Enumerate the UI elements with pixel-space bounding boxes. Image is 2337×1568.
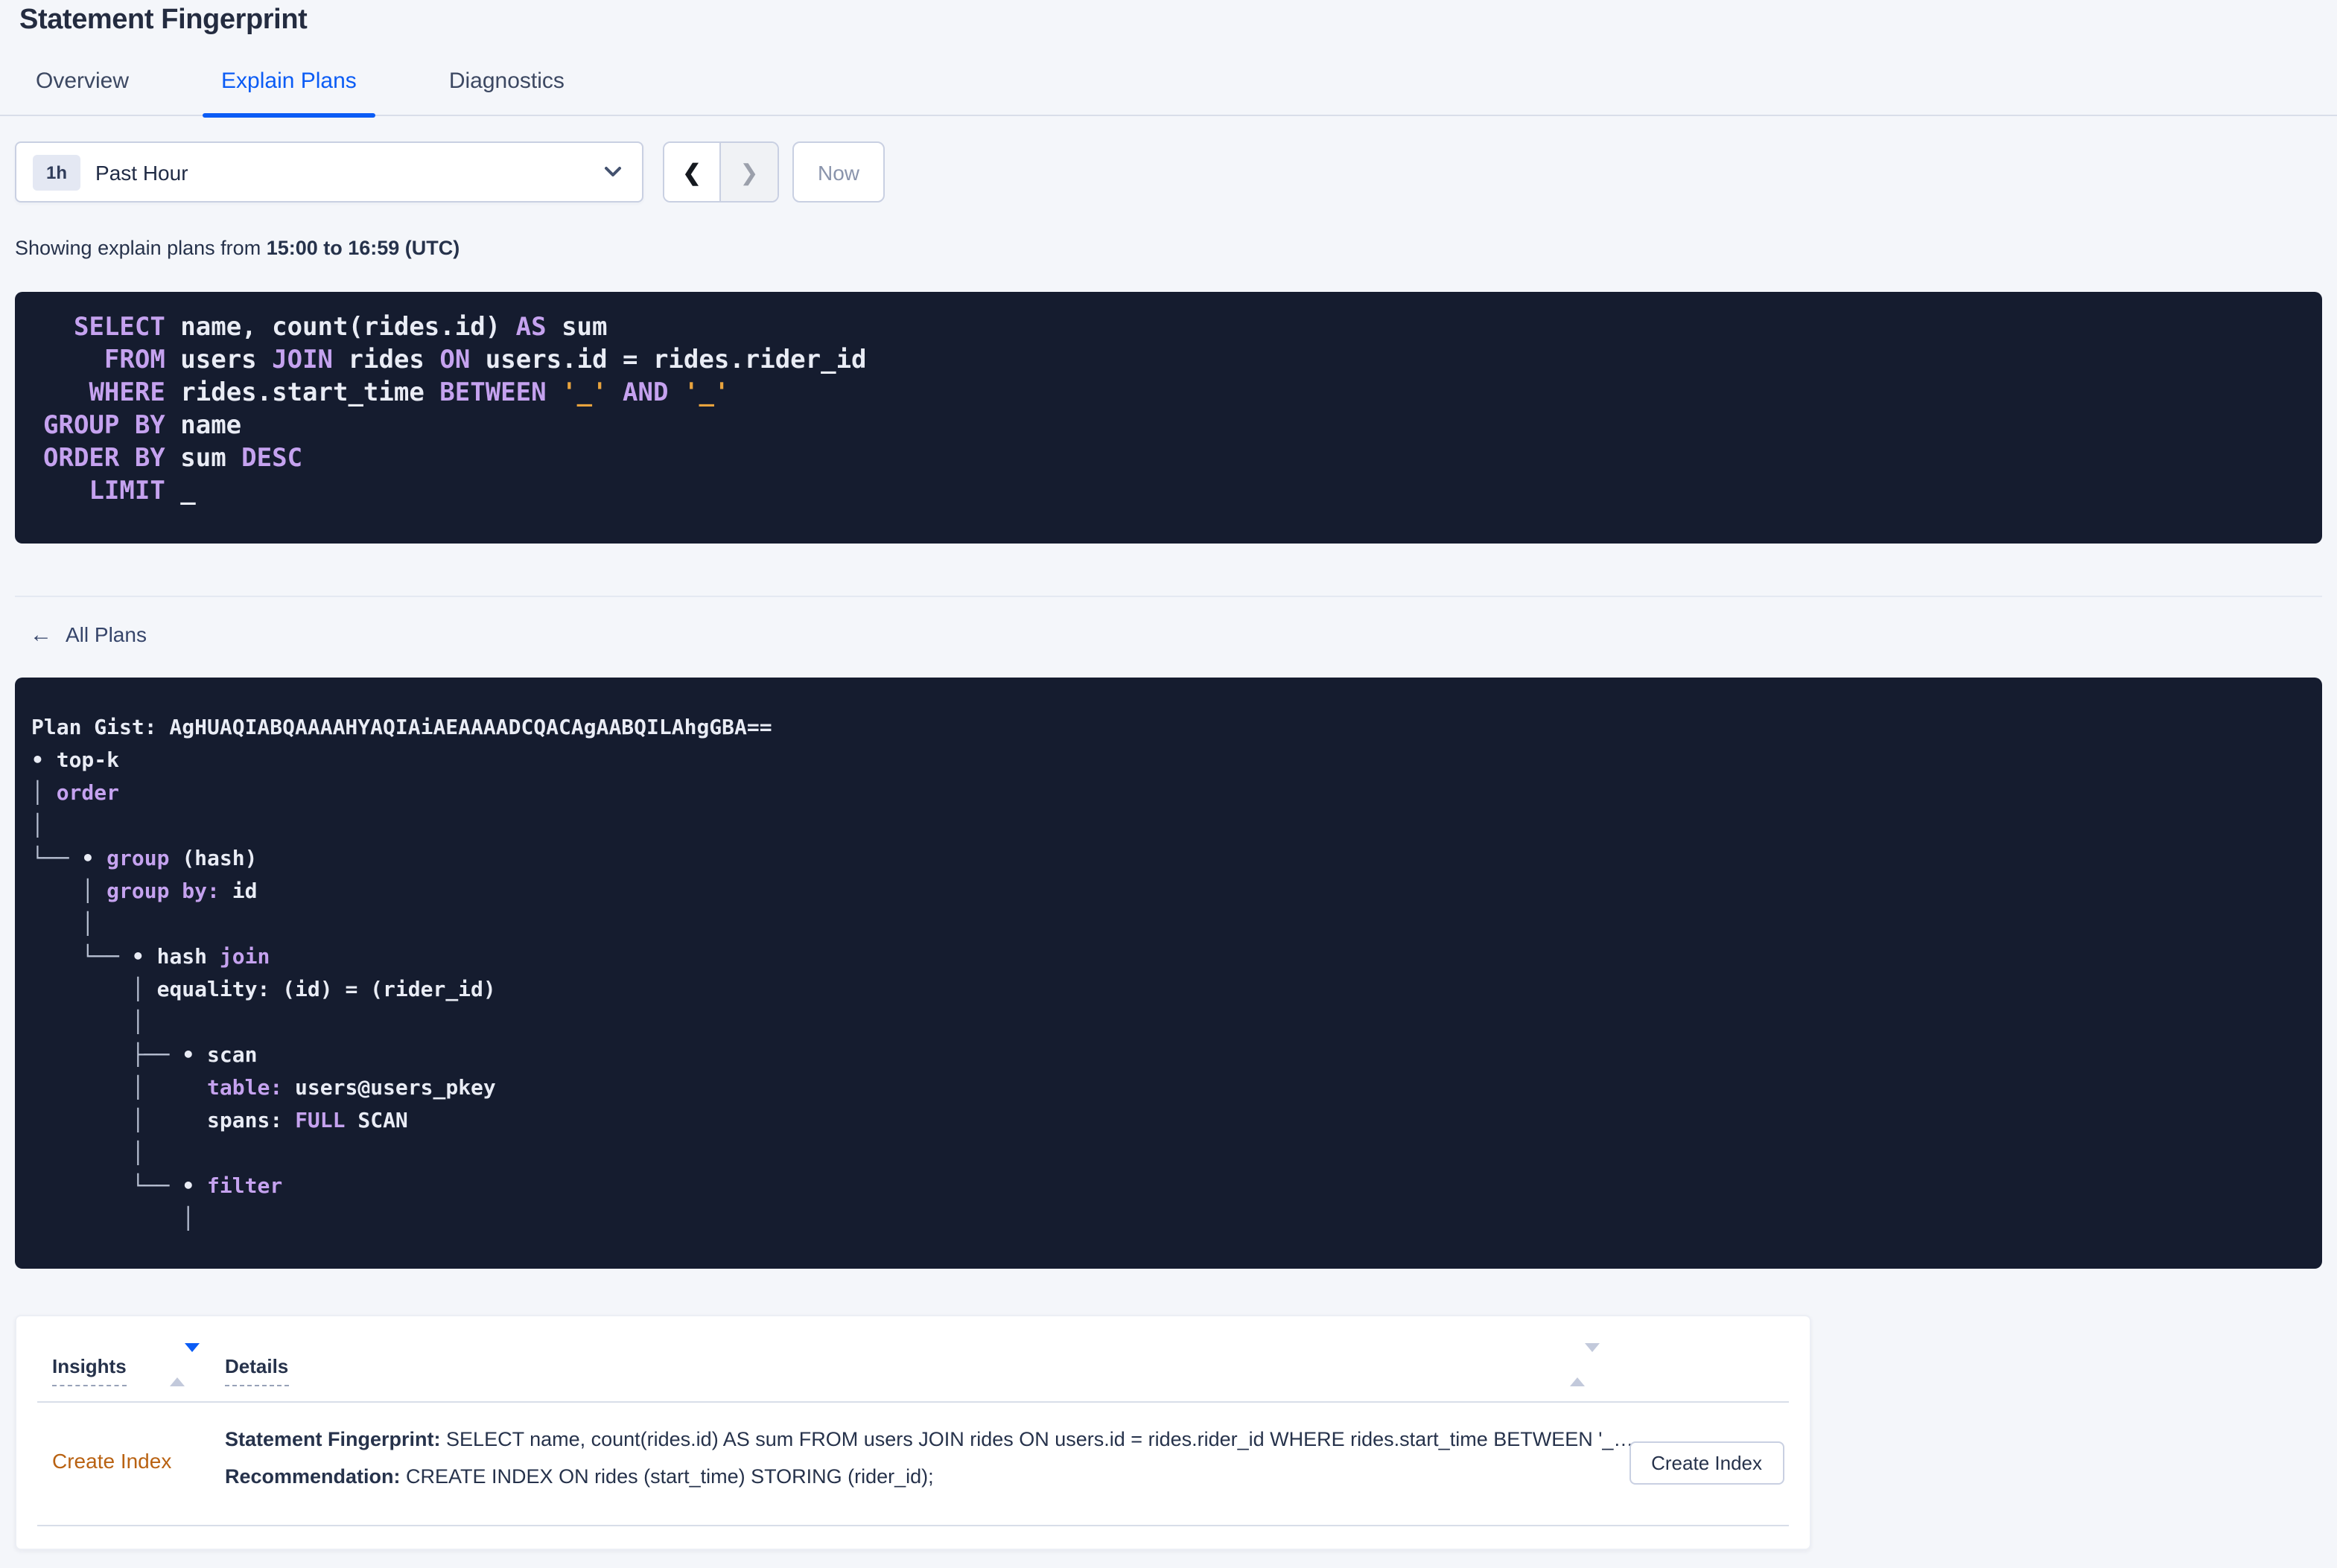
column-header-details[interactable]: Details <box>225 1355 289 1386</box>
plan-gist-value: Plan Gist: AgHUAQIABQAAAAHYAQIAiAEAAAADC… <box>31 716 772 740</box>
time-range-dropdown[interactable]: 1h Past Hour <box>15 141 643 203</box>
plan-tree: • top-k │ order │ └── • group (hash) │ grou… <box>31 745 2304 1236</box>
time-range-label: Past Hour <box>95 160 188 184</box>
insights-table: Insights Details Create Index Statement … <box>15 1315 1811 1550</box>
next-time-button[interactable]: ❯ <box>721 143 778 201</box>
now-button[interactable]: Now <box>792 141 885 203</box>
page-title: Statement Fingerprint <box>19 4 308 36</box>
code-line: ORDER BY sum DESC <box>43 444 303 474</box>
prev-time-button[interactable]: ❮ <box>664 143 721 201</box>
recommendation-label: Recommendation: <box>225 1465 401 1488</box>
fingerprint-value: SELECT name, count(rides.id) AS sum FROM… <box>440 1428 1632 1450</box>
tab-label: Explain Plans <box>221 68 357 94</box>
create-index-button[interactable]: Create Index <box>1629 1441 1784 1485</box>
insight-details-cell: Statement Fingerprint: SELECT name, coun… <box>225 1421 1632 1495</box>
back-arrow-icon: ← <box>30 622 52 648</box>
code-line: │ spans: FULL SCAN <box>31 1109 408 1133</box>
recommendation-line: Recommendation: CREATE INDEX ON rides (s… <box>225 1458 1632 1495</box>
sort-icon-insights[interactable] <box>170 1343 200 1386</box>
tab-explain-plans[interactable]: Explain Plans <box>202 68 376 118</box>
all-plans-label: All Plans <box>66 622 147 646</box>
plan-gist-box: Plan Gist: AgHUAQIABQAAAAHYAQIAiAEAAAADC… <box>15 678 2322 1269</box>
tab-diagnostics[interactable]: Diagnostics <box>430 68 584 115</box>
code-line: WHERE rides.start_time BETWEEN '_' AND '… <box>89 378 730 408</box>
code-line: └── • hash join <box>31 946 270 969</box>
table-header-divider <box>37 1401 1789 1403</box>
chevron-left-icon: ❮ <box>682 160 702 185</box>
code-line: FROM users JOIN rides ON users.id = ride… <box>104 345 867 375</box>
code-line: │ <box>31 913 95 937</box>
code-line: ├── • scan <box>31 1044 258 1068</box>
code-line: GROUP BY name <box>43 411 242 441</box>
status-time-range: 15:00 to 16:59 (UTC) <box>266 237 460 259</box>
code-line: │ <box>31 1208 195 1231</box>
recommendation-value: CREATE INDEX ON rides (start_time) STORI… <box>400 1465 934 1488</box>
status-prefix: Showing explain plans from <box>15 237 267 259</box>
sort-icon-details[interactable] <box>1570 1343 1600 1386</box>
code-line: │ equality: (id) = (rider_id) <box>31 978 496 1002</box>
sort-up-triangle <box>1570 1352 1585 1386</box>
code-line: │ <box>31 1142 144 1166</box>
insight-type-link[interactable]: Create Index <box>52 1449 171 1473</box>
status-line: Showing explain plans from 15:00 to 16:5… <box>15 237 2337 259</box>
tab-label: Overview <box>36 68 130 94</box>
code-line: LIMIT _ <box>89 477 196 506</box>
tab-label: Diagnostics <box>448 68 565 94</box>
chevron-right-icon: ❯ <box>740 160 759 185</box>
code-line: └── • group (hash) <box>31 847 258 871</box>
sort-down-triangle <box>185 1343 200 1377</box>
sort-up-triangle <box>170 1352 185 1386</box>
time-range-badge: 1h <box>33 154 81 190</box>
code-line: • top-k <box>31 749 120 773</box>
time-controls: 1h Past Hour ❮ ❯ Now <box>15 141 2322 203</box>
time-pager: ❮ ❯ <box>663 141 779 203</box>
chevron-down-icon <box>605 167 621 176</box>
statement-fingerprint-page: Statement Fingerprint Overview Explain Pl… <box>0 0 2337 1568</box>
code-line: │ order <box>31 782 120 806</box>
table-row-divider <box>37 1525 1789 1526</box>
statement-fingerprint-line: Statement Fingerprint: SELECT name, coun… <box>225 1421 1632 1458</box>
tab-bar: Overview Explain Plans Diagnostics <box>0 68 2337 118</box>
code-line: └── • filter <box>31 1175 283 1199</box>
fingerprint-label: Statement Fingerprint: <box>225 1428 441 1450</box>
tab-overview[interactable]: Overview <box>16 68 148 115</box>
sql-query-box: SELECT name, count(rides.id) AS sum FROM… <box>15 292 2322 544</box>
section-divider <box>15 596 2322 597</box>
code-line: │ group by: id <box>31 880 258 904</box>
sort-down-triangle <box>1585 1343 1600 1377</box>
all-plans-link[interactable]: ← All Plans <box>30 622 147 648</box>
code-line: │ <box>31 1011 144 1035</box>
column-header-insights[interactable]: Insights <box>52 1355 127 1386</box>
code-line: SELECT name, count(rides.id) AS sum <box>73 313 608 342</box>
code-line: │ table: users@users_pkey <box>31 1077 496 1100</box>
code-line: │ <box>31 815 44 838</box>
